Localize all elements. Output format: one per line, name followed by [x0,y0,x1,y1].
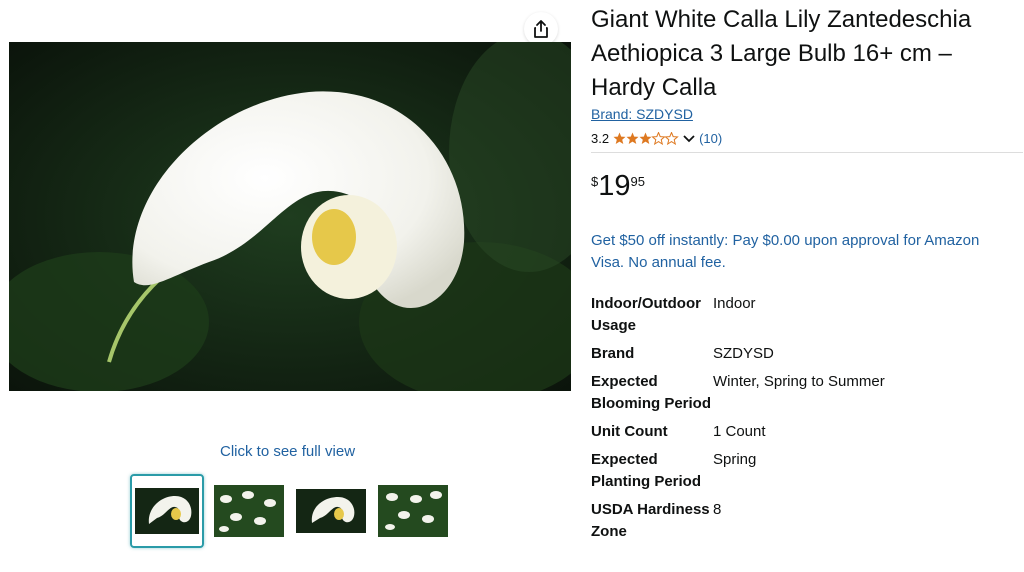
share-icon [534,20,548,38]
spec-value: Spring [713,451,757,468]
product-title: Giant White Calla Lily Zantedeschia Aeth… [591,6,972,101]
spec-key: Expected Blooming Period [591,373,711,412]
chevron-down-icon [683,134,695,142]
spec-value: 8 [713,501,722,518]
rating-value: 3.2 [591,131,610,146]
price: $ 19 95 [591,168,645,204]
spec-row: Indoor/Outdoor Usage Indoor [591,293,885,337]
spec-key: USDA Hardiness Zone [591,501,710,540]
promo-offer-link[interactable]: Get $50 off instantly: Pay $0.00 upon ap… [591,230,1016,274]
spec-value: Indoor [713,295,756,312]
spec-row: Brand SZDYSD [591,343,885,365]
thumb-calla-closeup-2 [296,489,366,533]
star-rating-icon [613,132,679,145]
spec-key: Expected Planting Period [591,451,702,490]
thumbnail-1[interactable] [130,474,204,548]
spec-row: USDA Hardiness Zone 8 [591,499,885,543]
share-button[interactable] [524,12,558,46]
spec-value: SZDYSD [713,345,774,362]
spec-row: Unit Count 1 Count [591,421,885,443]
thumb-calla-closeup [135,488,199,534]
see-full-view-link[interactable]: Click to see full view [220,443,355,460]
thumb-calla-garden-2 [378,485,448,537]
price-fraction: 95 [630,174,645,189]
spec-key: Unit Count [591,423,668,440]
thumbnail-3[interactable] [294,474,368,548]
spec-value: 1 Count [713,423,766,440]
spec-key: Brand [591,345,635,362]
thumbnail-strip [130,474,458,548]
price-whole: 19 [598,170,631,202]
brand-link[interactable]: Brand: SZDYSD [591,106,693,122]
spec-value: Winter, Spring to Summer [713,373,885,390]
thumb-calla-garden [214,485,284,537]
spec-row: Expected Blooming Period Winter, Spring … [591,371,885,415]
rating-row[interactable]: 3.2 (10) [591,131,722,146]
product-specs: Indoor/Outdoor Usage Indoor Brand SZDYSD… [591,293,885,549]
main-product-image[interactable] [9,42,571,391]
thumbnail-2[interactable] [212,474,286,548]
spec-row: Expected Planting Period Spring [591,449,885,493]
rating-count[interactable]: (10) [699,131,722,146]
divider [591,152,1023,153]
spec-key: Indoor/Outdoor Usage [591,295,701,334]
thumbnail-4[interactable] [376,474,450,548]
price-currency: $ [591,174,599,189]
